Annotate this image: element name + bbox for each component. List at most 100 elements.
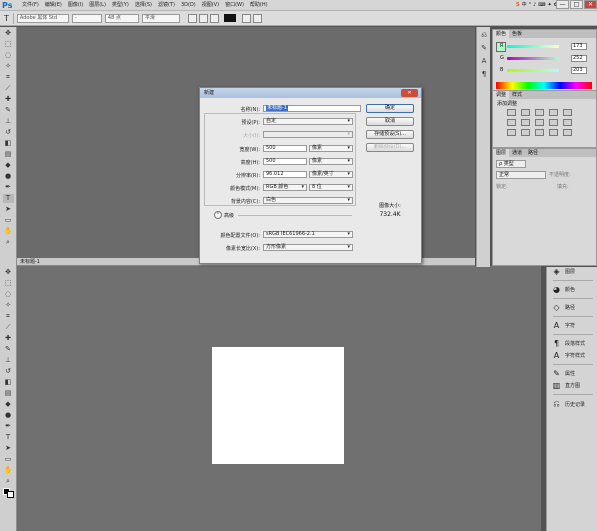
- ok-button[interactable]: 确定: [366, 104, 414, 113]
- ime-item-4[interactable]: ✦: [548, 1, 552, 10]
- sogou-logo[interactable]: S: [516, 1, 520, 10]
- move-tool-icon[interactable]: ✥: [3, 268, 14, 277]
- menu-item[interactable]: 帮助(H): [247, 0, 271, 11]
- crop-tool-icon[interactable]: ⌗: [3, 312, 14, 321]
- dock-item-color[interactable]: ◕ 颜色: [552, 285, 575, 294]
- marquee-tool-icon[interactable]: ⬚: [3, 40, 14, 49]
- black-white-icon[interactable]: [535, 119, 544, 126]
- blue-slider[interactable]: [507, 69, 559, 72]
- bit-depth-select[interactable]: 8 位: [309, 184, 353, 191]
- gradient-map-icon[interactable]: [549, 129, 558, 136]
- menu-item[interactable]: 文件(F): [19, 0, 42, 11]
- height-unit-select[interactable]: 像素: [309, 158, 353, 165]
- green-slider[interactable]: [507, 57, 559, 60]
- brightness-icon[interactable]: [507, 109, 516, 116]
- brush-tool-icon[interactable]: ✎: [3, 345, 14, 354]
- zoom-tool-icon[interactable]: ⌕: [3, 238, 14, 247]
- history-brush-tool-icon[interactable]: ↺: [3, 128, 14, 137]
- size-select[interactable]: [263, 131, 353, 138]
- menu-item[interactable]: 图像(I): [65, 0, 86, 11]
- menu-item[interactable]: 视图(V): [199, 0, 222, 11]
- color-profile-select[interactable]: sRGB IEC61966-2.1: [263, 231, 353, 238]
- channel-mixer-icon[interactable]: [563, 119, 572, 126]
- gradient-tool-icon[interactable]: ▤: [3, 389, 14, 398]
- tab-swatches[interactable]: 色板: [509, 30, 525, 38]
- zoom-tool-icon[interactable]: ⌕: [3, 477, 14, 486]
- history-brush-tool-icon[interactable]: ↺: [3, 367, 14, 376]
- path-selection-tool-icon[interactable]: ➤: [3, 205, 14, 214]
- lasso-tool-icon[interactable]: ◌: [3, 51, 14, 60]
- dock-item-character[interactable]: A 字符: [552, 321, 575, 330]
- dock-item-history[interactable]: ⎌ 历史记录: [552, 399, 585, 409]
- font-style-select[interactable]: -: [71, 13, 102, 23]
- gradient-tool-icon[interactable]: ▤: [3, 150, 14, 159]
- marquee-tool-icon[interactable]: ⬚: [3, 279, 14, 288]
- tab-layers[interactable]: 图层: [493, 149, 510, 157]
- tab-styles[interactable]: 样式: [509, 91, 525, 99]
- eyedropper-tool-icon[interactable]: ⟋: [3, 323, 14, 332]
- ime-item-2[interactable]: ♪: [533, 1, 536, 10]
- type-tool-icon[interactable]: T: [2, 194, 14, 203]
- width-unit-select[interactable]: 像素: [309, 145, 353, 152]
- height-field[interactable]: 500: [263, 158, 307, 165]
- red-slider[interactable]: [507, 45, 559, 48]
- crop-tool-icon[interactable]: ⌗: [3, 73, 14, 82]
- red-value-field[interactable]: 173: [571, 43, 587, 50]
- character-panel-icon[interactable]: [252, 13, 262, 23]
- menu-item[interactable]: 类型(Y): [109, 0, 132, 11]
- layer-kind-filter[interactable]: ρ 类型: [496, 160, 526, 168]
- width-field[interactable]: 500: [263, 145, 307, 152]
- ime-item-3[interactable]: ⌨: [538, 1, 545, 10]
- advanced-toggle-icon[interactable]: ⌃: [214, 211, 222, 219]
- dodge-tool-icon[interactable]: ●: [3, 411, 14, 420]
- color-spectrum-bar[interactable]: [496, 82, 592, 89]
- menu-item[interactable]: 窗口(W): [222, 0, 247, 11]
- save-preset-button[interactable]: 存储预设(S)...: [366, 130, 414, 139]
- ime-item-1[interactable]: °: [529, 1, 532, 10]
- type-tool-icon[interactable]: T: [4, 14, 9, 23]
- properties-icon[interactable]: ✎: [479, 43, 489, 53]
- minimize-button[interactable]: —: [556, 0, 569, 9]
- hand-tool-icon[interactable]: ✋: [3, 227, 14, 236]
- dialog-titlebar[interactable]: 新建 ✕: [200, 88, 421, 98]
- tab-channels[interactable]: 通道: [509, 149, 525, 157]
- selective-color-icon[interactable]: [563, 129, 572, 136]
- pen-tool-icon[interactable]: ✒: [3, 183, 14, 192]
- menu-item[interactable]: 3D(D): [178, 0, 199, 11]
- healing-brush-tool-icon[interactable]: ✚: [3, 95, 14, 104]
- eraser-tool-icon[interactable]: ◧: [3, 139, 14, 148]
- magic-wand-tool-icon[interactable]: ✧: [3, 62, 14, 71]
- resolution-field[interactable]: 96.012: [263, 171, 307, 178]
- shape-tool-icon[interactable]: ▭: [3, 455, 14, 464]
- vibrance-icon[interactable]: [563, 109, 572, 116]
- warp-text-icon[interactable]: [241, 13, 251, 23]
- menu-item[interactable]: 图层(L): [86, 0, 109, 11]
- invert-icon[interactable]: [507, 129, 516, 136]
- dock-item-layers[interactable]: ◈ 图层: [552, 267, 575, 276]
- photo-filter-icon[interactable]: [549, 119, 558, 126]
- foreground-background-colors-icon[interactable]: [2, 488, 14, 498]
- name-field[interactable]: 未标题-1: [263, 105, 361, 112]
- align-center-icon[interactable]: [198, 13, 208, 23]
- hand-tool-icon[interactable]: ✋: [3, 466, 14, 475]
- shape-tool-icon[interactable]: ▭: [3, 216, 14, 225]
- lasso-tool-icon[interactable]: ◌: [3, 290, 14, 299]
- type-tool-icon[interactable]: T: [3, 433, 14, 442]
- clone-stamp-tool-icon[interactable]: ⊥: [3, 356, 14, 365]
- blur-tool-icon[interactable]: ◆: [3, 400, 14, 409]
- maximize-button[interactable]: □: [570, 0, 583, 9]
- curves-icon[interactable]: [535, 109, 544, 116]
- document-canvas[interactable]: [212, 347, 344, 464]
- menu-item[interactable]: 编辑(E): [42, 0, 65, 11]
- history-icon[interactable]: ⎌: [479, 30, 489, 40]
- blur-tool-icon[interactable]: ◆: [3, 161, 14, 170]
- align-right-icon[interactable]: [209, 13, 219, 23]
- align-left-icon[interactable]: [187, 13, 197, 23]
- pixel-aspect-select[interactable]: 方形像素: [263, 244, 353, 251]
- path-selection-tool-icon[interactable]: ➤: [3, 444, 14, 453]
- dock-item-paths[interactable]: ◇ 路径: [552, 303, 575, 312]
- text-color-swatch[interactable]: [223, 14, 236, 22]
- dock-item-character-styles[interactable]: A 字符样式: [552, 351, 585, 360]
- healing-brush-tool-icon[interactable]: ✚: [3, 334, 14, 343]
- character-icon[interactable]: A: [479, 56, 489, 66]
